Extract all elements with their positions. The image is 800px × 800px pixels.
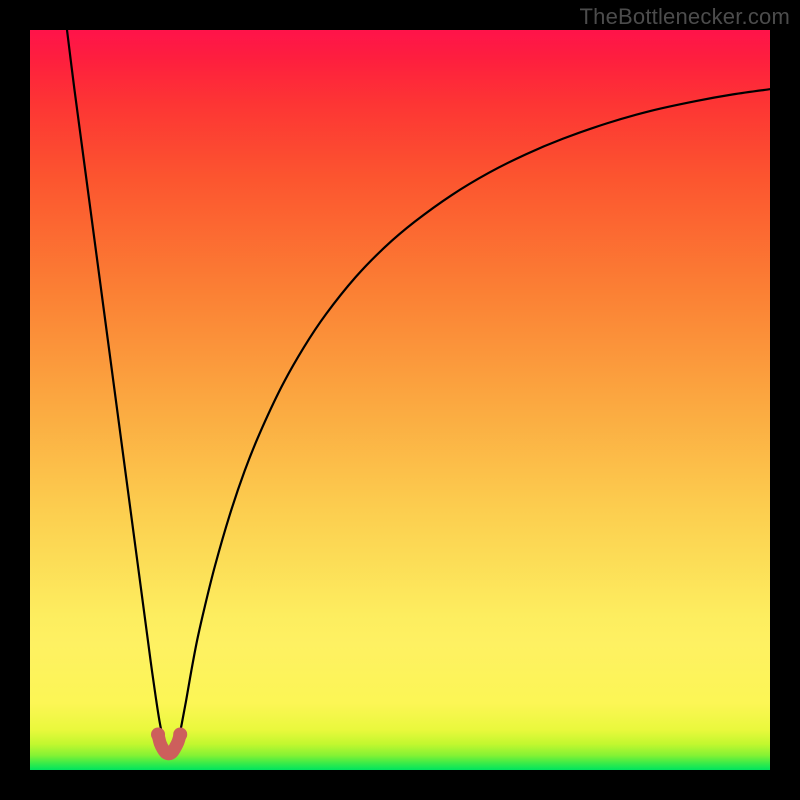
chart-frame: TheBottlenecker.com xyxy=(0,0,800,800)
gradient-background xyxy=(30,30,770,770)
plot-area xyxy=(30,30,770,770)
trough-end-dot xyxy=(173,727,187,741)
trough-end-dot xyxy=(151,727,165,741)
watermark-text: TheBottlenecker.com xyxy=(580,4,790,30)
plot-svg xyxy=(30,30,770,770)
